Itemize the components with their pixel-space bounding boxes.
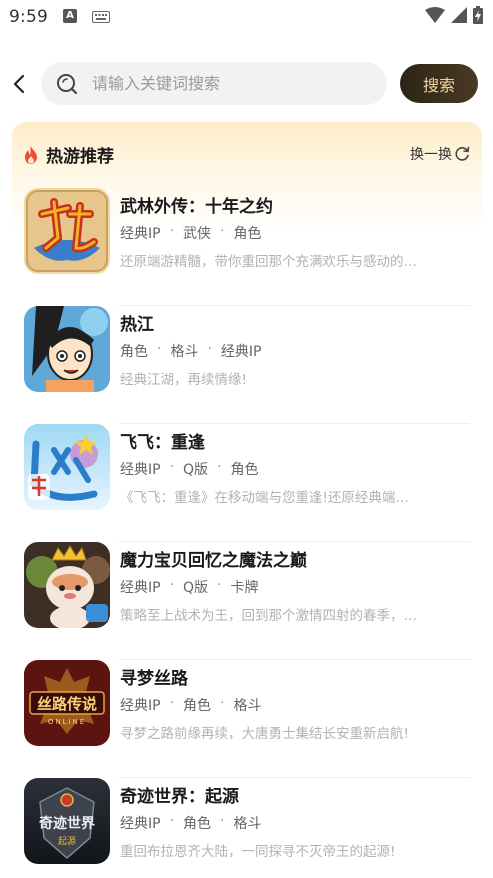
- qiji-logo-text: 奇迹世界: [39, 815, 96, 832]
- battery-charging-icon: [473, 6, 483, 24]
- status-time: 9:59: [9, 7, 48, 27]
- game-name: 寻梦丝路: [120, 669, 188, 689]
- tag-separator: ·: [217, 459, 222, 475]
- search-box[interactable]: [41, 62, 387, 105]
- game-name: 武林外传：十年之约: [120, 197, 273, 217]
- hot-games-card: 热游推荐 换一换 武林外传：十年之约 经典IP · 武侠 · 角色 还原端游精髓…: [12, 122, 482, 878]
- feifei-icon: [24, 424, 110, 510]
- search-input[interactable]: [92, 74, 362, 93]
- game-tags: 经典IP · Q版 · 卡牌: [120, 577, 259, 597]
- tag-separator: ·: [220, 813, 225, 829]
- signal-icon: [451, 7, 467, 23]
- section-title: 热游推荐: [46, 147, 114, 167]
- game-tag: 角色: [230, 462, 259, 478]
- game-tag: 角色: [233, 226, 262, 242]
- game-name: 飞飞：重逢: [120, 433, 205, 453]
- tag-separator: ·: [217, 577, 222, 593]
- search-button[interactable]: 搜索: [400, 64, 478, 103]
- qiji-icon: 奇迹世界 起源: [24, 778, 110, 864]
- game-tag: 卡牌: [230, 580, 259, 596]
- game-tag: 角色: [120, 344, 148, 360]
- game-tag: 格斗: [233, 816, 262, 832]
- game-item[interactable]: 奇迹世界 起源 奇迹世界：起源 经典IP · 角色 · 格斗 重回布拉恩齐大陆，一同…: [24, 778, 470, 878]
- game-tag: 武侠: [183, 226, 212, 242]
- game-tags: 角色 · 格斗 · 经典IP: [120, 341, 261, 361]
- game-description: 寻梦之路前缘再续，大唐勇士集结长安重新启航!: [120, 726, 409, 742]
- tag-separator: ·: [169, 695, 175, 711]
- game-item[interactable]: 魔力宝贝回忆之魔法之巅 经典IP · Q版 · 卡牌 策略至上战术为王，回到那个激情…: [24, 542, 470, 660]
- game-tags: 经典IP · 武侠 · 角色: [120, 223, 261, 243]
- status-bar: 9:59 A: [0, 0, 493, 34]
- refresh-label: 换一换: [410, 147, 452, 163]
- game-name: 热江: [120, 315, 154, 335]
- a-icon: A: [63, 9, 77, 23]
- fire-icon: [25, 145, 37, 164]
- wifi-icon: [425, 7, 445, 23]
- silu-logo-text: 丝路传说: [37, 695, 97, 713]
- back-arrow-icon: [13, 74, 25, 94]
- game-list: 武林外传：十年之约 经典IP · 武侠 · 角色 还原端游精髓，带你重回那个充满欢乐…: [24, 188, 470, 878]
- search-icon: [57, 73, 78, 94]
- silu-logo-subtext: ONLINE: [48, 718, 86, 726]
- game-tag: 角色: [183, 698, 212, 714]
- tag-separator: ·: [207, 341, 212, 357]
- game-tag: Q版: [183, 462, 209, 478]
- game-description: 《飞飞：重逢》在移动端与您重逢!还原经典端…: [120, 490, 409, 506]
- game-item[interactable]: 热江 角色 · 格斗 · 经典IP 经典江湖，再续情缘!: [24, 306, 470, 424]
- game-tag: 角色: [183, 816, 212, 832]
- game-item[interactable]: 丝路传说 ONLINE 寻梦丝路 经典IP · 角色 · 格斗 寻梦之路前缘再续，大…: [24, 660, 470, 778]
- game-tag: 经典IP: [120, 226, 161, 242]
- game-tag: 经典IP: [220, 344, 262, 360]
- game-tag: 经典IP: [120, 580, 161, 596]
- game-tag: 经典IP: [120, 462, 161, 478]
- game-tag: Q版: [183, 580, 209, 596]
- game-item[interactable]: 飞飞：重逢 经典IP · Q版 · 角色 《飞飞：重逢》在移动端与您重逢!还原经典端…: [24, 424, 470, 542]
- game-name: 魔力宝贝回忆之魔法之巅: [120, 551, 307, 571]
- game-description: 还原端游精髓，带你重回那个充满欢乐与感动的…: [120, 254, 417, 270]
- refresh-button[interactable]: 换一换: [410, 144, 470, 164]
- game-name: 奇迹世界：起源: [120, 787, 239, 807]
- game-tags: 经典IP · 角色 · 格斗: [120, 695, 261, 715]
- tag-separator: ·: [169, 459, 175, 475]
- tag-separator: ·: [169, 813, 175, 829]
- game-tag: 格斗: [233, 698, 262, 714]
- game-tag: 经典IP: [120, 816, 161, 832]
- game-description: 重回布拉恩齐大陆，一同探寻不灭帝王的起源!: [120, 844, 396, 860]
- tag-separator: ·: [220, 223, 225, 239]
- game-tag: 经典IP: [120, 698, 161, 714]
- keyboard-icon: [92, 11, 110, 23]
- tag-separator: ·: [169, 577, 175, 593]
- rejiang-icon: [24, 306, 110, 392]
- tag-separator: ·: [220, 695, 225, 711]
- game-tag: 格斗: [170, 344, 199, 360]
- section-header: 热游推荐: [24, 142, 114, 167]
- silu-icon: 丝路传说 ONLINE: [24, 660, 110, 746]
- game-description: 经典江湖，再续情缘!: [120, 372, 247, 388]
- wulin-icon: [24, 188, 110, 274]
- tag-separator: ·: [157, 341, 162, 357]
- game-item[interactable]: 武林外传：十年之约 经典IP · 武侠 · 角色 还原端游精髓，带你重回那个充满欢乐…: [24, 188, 470, 306]
- moli-icon: [24, 542, 110, 628]
- refresh-icon: [455, 146, 470, 161]
- game-tags: 经典IP · 角色 · 格斗: [120, 813, 261, 833]
- back-button[interactable]: [6, 68, 32, 100]
- qiji-logo-subtext: 起源: [58, 836, 76, 847]
- tag-separator: ·: [169, 223, 175, 239]
- game-tags: 经典IP · Q版 · 角色: [120, 459, 259, 479]
- game-description: 策略至上战术为王，回到那个激情四射的春季，…: [120, 608, 417, 624]
